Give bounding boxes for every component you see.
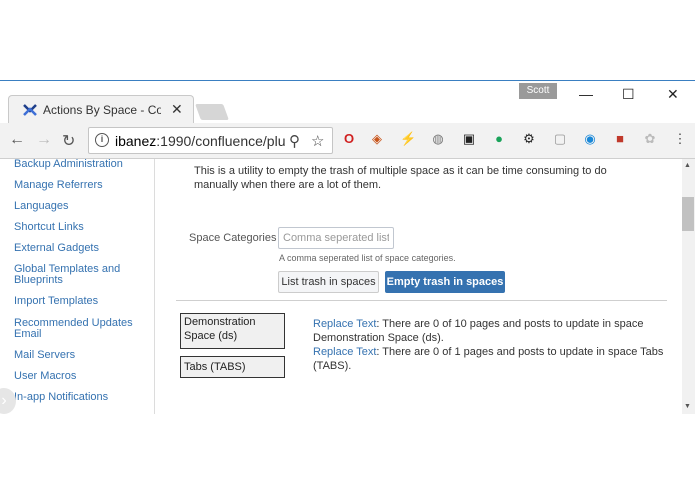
replace-text-link[interactable]: Replace Text bbox=[313, 346, 376, 358]
sidebar-item-import-templates[interactable]: Import Templates bbox=[14, 296, 144, 307]
sidebar-item-backup-administration[interactable]: Backup Administration bbox=[14, 159, 144, 170]
empty-trash-button[interactable]: Empty trash in spaces bbox=[385, 271, 505, 293]
profile-badge[interactable]: Scott bbox=[519, 83, 557, 99]
globe-extension-icon[interactable]: ◍ bbox=[430, 131, 446, 147]
sidebar-item-global-templates[interactable]: Global Templates and Blueprints bbox=[14, 264, 144, 286]
result-row: Replace Text: There are 0 of 1 pages and… bbox=[313, 345, 673, 373]
sidebar-item-manage-referrers[interactable]: Manage Referrers bbox=[14, 180, 144, 191]
space-categories-input[interactable] bbox=[278, 227, 394, 249]
sidebar-item-in-app-notifications[interactable]: In-app Notifications bbox=[14, 392, 144, 403]
sidebar-item-external-gadgets[interactable]: External Gadgets bbox=[14, 243, 144, 254]
sidebar-item-languages[interactable]: Languages bbox=[14, 201, 144, 212]
bookmark-star-icon[interactable]: ☆ bbox=[311, 132, 324, 150]
space-categories-help: A comma seperated list of space categori… bbox=[279, 253, 456, 263]
page-description: This is a utility to empty the trash of … bbox=[194, 165, 607, 191]
address-bar[interactable]: i ibanez:1990/confluence/plug ⚲ ☆ bbox=[88, 127, 333, 154]
screen: Actions By Space - Confl ✕ Scott — ☐ ✕ ←… bbox=[0, 0, 695, 494]
opera-extension-icon[interactable]: O bbox=[341, 131, 357, 147]
forward-icon[interactable]: → bbox=[36, 131, 52, 149]
new-tab-button[interactable] bbox=[195, 104, 229, 120]
maximize-icon[interactable]: ☐ bbox=[622, 86, 635, 103]
circle-extension-icon[interactable]: ◉ bbox=[582, 131, 598, 147]
tab-close-icon[interactable]: ✕ bbox=[171, 101, 183, 118]
extension-icon[interactable]: ◈ bbox=[369, 131, 385, 147]
sidebar-item-shortcut-links[interactable]: Shortcut Links bbox=[14, 222, 144, 233]
book-extension-icon[interactable]: ■ bbox=[612, 131, 628, 147]
info-icon[interactable]: i bbox=[95, 133, 109, 147]
url-text[interactable]: ibanez:1990/confluence/plug bbox=[115, 133, 285, 149]
gear-extension-icon[interactable]: ⚙ bbox=[521, 131, 537, 147]
replace-text-link[interactable]: Replace Text bbox=[313, 318, 376, 330]
space-box-tabs[interactable]: Tabs (TABS) bbox=[180, 356, 285, 378]
menu-icon[interactable]: ⋮ bbox=[672, 131, 688, 147]
scroll-down-icon[interactable]: ▼ bbox=[684, 403, 691, 410]
tampermonkey-extension-icon[interactable]: ▣ bbox=[461, 131, 477, 147]
confluence-favicon-icon bbox=[23, 104, 37, 116]
browser-tab[interactable]: Actions By Space - Confl ✕ bbox=[8, 95, 194, 124]
chat-extension-icon[interactable]: ● bbox=[491, 131, 507, 147]
tab-title: Actions By Space - Confl bbox=[43, 103, 161, 117]
scroll-up-icon[interactable]: ▲ bbox=[684, 162, 691, 169]
reload-icon[interactable]: ↻ bbox=[62, 131, 75, 151]
section-divider bbox=[176, 300, 667, 301]
window-close-icon[interactable]: ✕ bbox=[667, 86, 679, 103]
minimize-icon[interactable]: — bbox=[579, 86, 593, 102]
search-icon[interactable]: ⚲ bbox=[289, 132, 300, 150]
scrollbar-thumb[interactable] bbox=[682, 197, 694, 231]
sidebar-item-recommended-updates-email[interactable]: Recommended Updates Email bbox=[14, 318, 144, 340]
space-categories-label: Space Categories bbox=[189, 232, 277, 244]
screenshot-extension-icon[interactable]: ▢ bbox=[552, 131, 568, 147]
sidebar-item-mail-servers[interactable]: Mail Servers bbox=[14, 350, 144, 361]
lightning-extension-icon[interactable]: ⚡ bbox=[400, 131, 416, 147]
space-box-demonstration[interactable]: Demonstration Space (ds) bbox=[180, 313, 285, 349]
back-icon[interactable]: ← bbox=[9, 131, 25, 149]
leaf-extension-icon[interactable]: ✿ bbox=[642, 131, 658, 147]
list-trash-button[interactable]: List trash in spaces bbox=[278, 271, 379, 293]
sidebar-item-user-macros[interactable]: User Macros bbox=[14, 371, 144, 382]
result-row: Replace Text: There are 0 of 10 pages an… bbox=[313, 317, 673, 345]
